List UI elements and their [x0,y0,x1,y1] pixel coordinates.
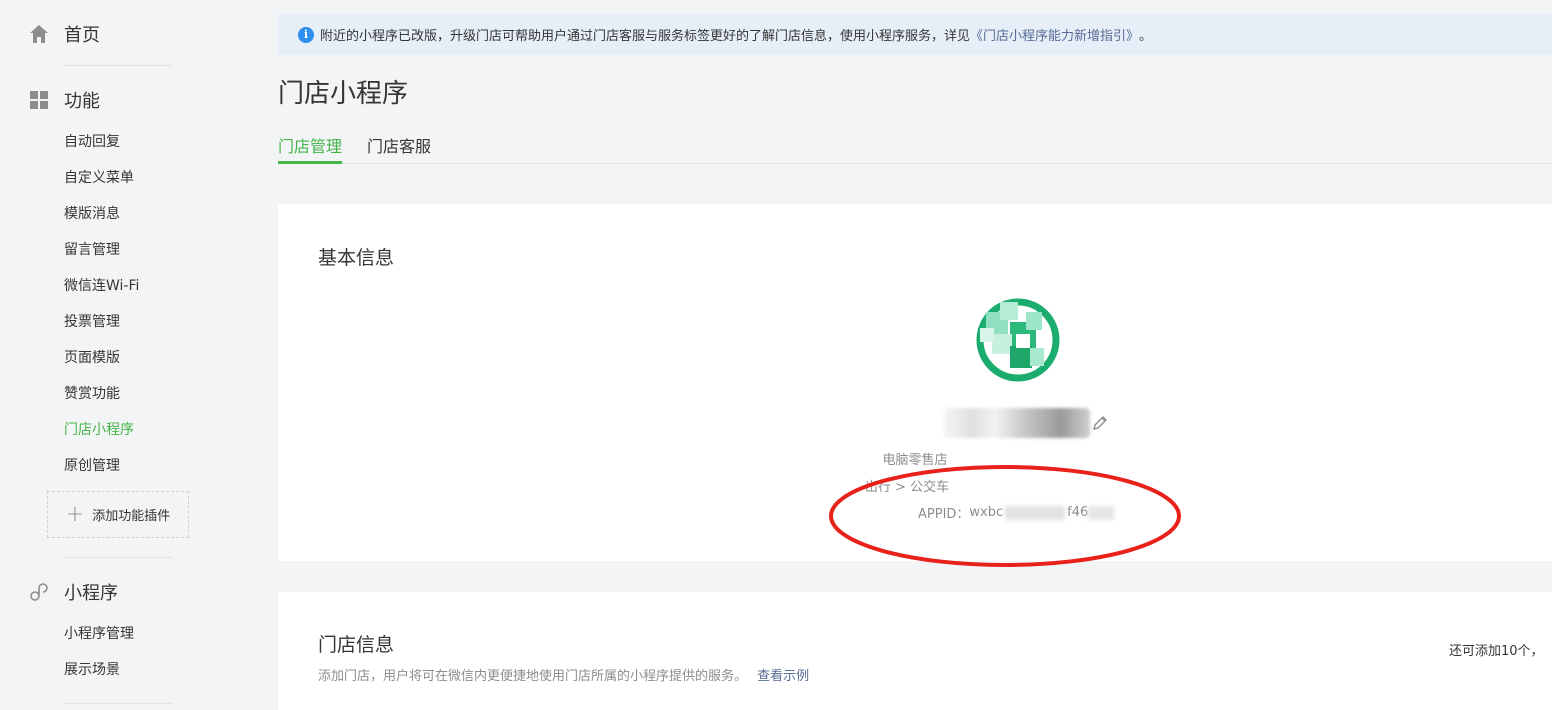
miniprogram-logo [970,292,1066,388]
sidebar-item-miniprogram-management[interactable]: 小程序管理 [64,624,134,644]
sidebar-item-store-miniprogram[interactable]: 门店小程序 [64,420,134,440]
nav-home-label: 首页 [64,25,100,46]
nav-miniprogram[interactable]: 小程序 [28,578,118,606]
add-plugin-button[interactable]: + 添加功能插件 [47,491,189,538]
sidebar-item-page-template[interactable]: 页面模版 [64,348,120,368]
nav-functions[interactable]: 功能 [28,86,100,114]
add-plugin-label: 添加功能插件 [92,509,171,524]
sidebar-item-comment-management[interactable]: 留言管理 [64,240,120,260]
sidebar-item-custom-menu[interactable]: 自定义菜单 [64,168,134,188]
info-icon: i [298,26,314,43]
sidebar-item-wifi[interactable]: 微信连Wi-Fi [64,276,139,296]
view-example-link[interactable]: 查看示例 [757,669,809,684]
plus-icon: + [65,501,85,527]
store-name-row [944,408,1108,438]
sidebar-item-reward[interactable]: 赞赏功能 [64,384,120,404]
notice-guide-link[interactable]: 《门店小程序能力新增指引》 [970,25,1139,44]
sidebar-item-template-message[interactable]: 模版消息 [64,204,120,224]
sidebar-item-original-management[interactable]: 原创管理 [64,456,120,476]
home-icon [28,23,50,45]
pencil-icon[interactable] [1092,415,1108,431]
sidebar: 首页 功能 自动回复 自定义菜单 模版消息 留言管理 微信连Wi-Fi 投票管理… [0,0,230,710]
annotation-circle [829,465,1181,567]
store-info-title: 门店信息 [318,634,395,656]
sidebar-item-auto-reply[interactable]: 自动回复 [64,132,120,152]
sidebar-item-display-scene[interactable]: 展示场景 [64,660,120,680]
sidebar-item-vote-management[interactable]: 投票管理 [64,312,120,332]
basic-info-title: 基本信息 [318,247,395,269]
tab-store-customer-service[interactable]: 门店客服 [367,133,431,157]
divider [64,65,172,66]
store-info-description-row: 添加门店，用户将可在微信内更便捷地使用门店所属的小程序提供的服务。 查看示例 [318,665,809,684]
remaining-count: 还可添加10个， [1449,644,1544,659]
notice-banner: i 附近的小程序已改版，升级门店可帮助用户通过门店客服与服务标签更好的了解门店信… [278,14,1552,55]
tab-bar: 门店管理 门店客服 [278,127,1552,164]
nav-miniprogram-label: 小程序 [64,583,118,604]
divider [64,703,172,704]
nav-functions-label: 功能 [64,91,100,112]
page-title: 门店小程序 [278,79,409,109]
notice-end: 。 [1139,29,1153,44]
notice-text: 附近的小程序已改版，升级门店可帮助用户通过门店客服与服务标签更好的了解门店信息，… [320,29,971,44]
link-icon [28,581,50,603]
store-info-description: 添加门店，用户将可在微信内更便捷地使用门店所属的小程序提供的服务。 [318,669,748,684]
store-name-blurred [944,408,1090,438]
tab-store-management[interactable]: 门店管理 [278,133,342,157]
grid-icon [28,89,50,111]
store-info-card: 门店信息 添加门店，用户将可在微信内更便捷地使用门店所属的小程序提供的服务。 查… [278,592,1552,710]
nav-home[interactable]: 首页 [28,20,100,48]
divider [64,557,172,558]
active-tab-indicator [278,161,342,164]
